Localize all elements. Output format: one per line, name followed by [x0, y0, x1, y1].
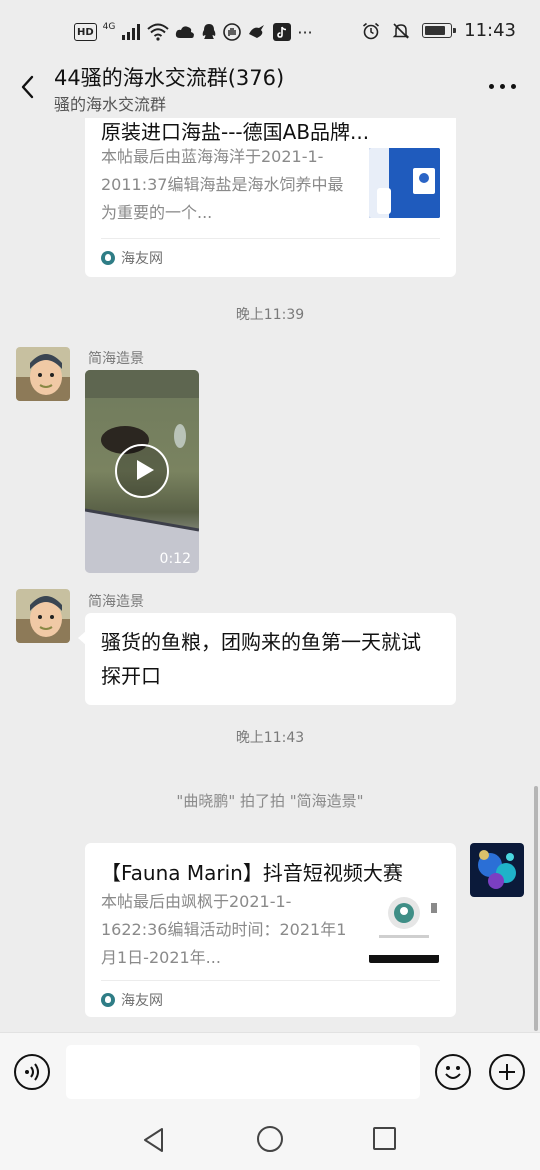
- my-avatar[interactable]: [470, 843, 524, 897]
- chat-title: 44骚的海水交流群(376): [54, 66, 285, 90]
- voice-icon[interactable]: [14, 1054, 50, 1090]
- system-message: "曲晓鹏" 拍了拍 "简海造景": [176, 792, 364, 810]
- card-separator: [101, 980, 440, 981]
- avatar[interactable]: [16, 589, 70, 643]
- battery-icon: [422, 23, 457, 38]
- hd-badge: HD: [74, 23, 97, 41]
- alarm-icon: [363, 22, 380, 39]
- status-time: 11:43: [464, 20, 516, 41]
- card-source: 海友网: [101, 248, 163, 268]
- timestamp: 晚上11:39: [235, 307, 305, 323]
- card-title: 【Fauna Marin】抖音短视频大赛: [101, 861, 403, 885]
- tiktok-icon: [273, 23, 292, 41]
- network-type: 4G: [102, 22, 116, 32]
- card-description: 本帖最后由蓝海海洋于2021-1-2011:37编辑海盐是海水饲养中最为重要的一…: [101, 147, 344, 222]
- promo-image: [369, 889, 439, 963]
- more-icon[interactable]: [489, 84, 516, 89]
- plus-icon[interactable]: [489, 1054, 525, 1090]
- text-message[interactable]: 骚货的鱼粮，团购来的鱼第一天就试探开口: [78, 613, 456, 705]
- timestamp: 晚上11:43: [235, 730, 305, 746]
- product-image: [369, 148, 440, 218]
- signal-icon: [122, 24, 141, 40]
- video-duration: 0:12: [159, 551, 191, 567]
- card-source: 海友网: [101, 990, 163, 1010]
- card-thumbnail: [369, 148, 440, 218]
- card-source-label: 海友网: [121, 251, 163, 267]
- mute-icon: [392, 22, 410, 39]
- status-bar: HD 4G ··· 11:43: [0, 0, 540, 64]
- source-logo-icon: [101, 993, 115, 1007]
- back-arrow-icon[interactable]: [14, 72, 44, 102]
- nav-home-icon[interactable]: [257, 1126, 283, 1152]
- input-bar: [0, 1032, 540, 1112]
- chat-header: 44骚的海水交流群(376) 骚的海水交流群: [0, 58, 540, 118]
- link-card[interactable]: 原装进口海盐---德国AB品牌... 本帖最后由蓝海海洋于2021-1-2011…: [85, 118, 456, 277]
- card-separator: [101, 238, 440, 239]
- card-thumbnail: [369, 889, 439, 963]
- link-card[interactable]: 【Fauna Marin】抖音短视频大赛 本帖最后由飒枫于2021-1-1622…: [85, 843, 456, 1017]
- hand-icon: [223, 23, 242, 41]
- sender-name: 简海造景: [88, 594, 144, 610]
- status-right-icons: 11:43: [362, 20, 516, 41]
- qq-icon: [203, 24, 216, 39]
- sender-name: 简海造景: [88, 351, 144, 367]
- more-notifications-icon: ···: [297, 22, 313, 42]
- cloud-icon: [176, 26, 195, 38]
- data-saver-icon: [249, 25, 265, 38]
- status-left-icons: HD 4G ···: [74, 22, 313, 42]
- system-nav-bar: [0, 1112, 540, 1170]
- card-title: 原装进口海盐---德国AB品牌...: [101, 120, 370, 144]
- chat-subtitle: 骚的海水交流群: [54, 95, 167, 114]
- play-icon[interactable]: [115, 444, 169, 498]
- wifi-icon: [147, 23, 170, 41]
- nav-recents-icon[interactable]: [373, 1127, 396, 1150]
- card-description: 本帖最后由飒枫于2021-1-1622:36编辑活动时间：2021年1月1日-2…: [101, 892, 347, 967]
- nav-back-icon[interactable]: [140, 1126, 168, 1154]
- emoji-icon[interactable]: [435, 1054, 471, 1090]
- chat-area[interactable]: 原装进口海盐---德国AB品牌... 本帖最后由蓝海海洋于2021-1-2011…: [0, 118, 540, 1032]
- scrollbar[interactable]: [534, 786, 538, 1031]
- card-source-label: 海友网: [121, 993, 163, 1009]
- message-input[interactable]: [66, 1045, 420, 1099]
- avatar[interactable]: [16, 347, 70, 401]
- source-logo-icon: [101, 251, 115, 265]
- video-message[interactable]: 0:12: [85, 370, 199, 573]
